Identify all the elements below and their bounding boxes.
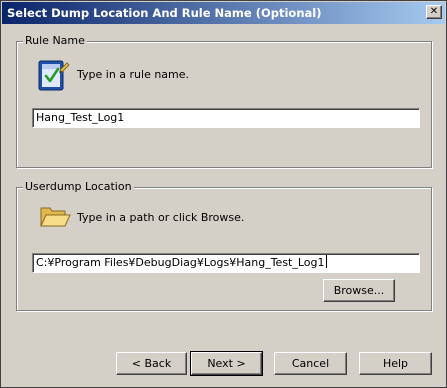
folder-open-icon	[39, 204, 71, 230]
rule-name-group: Rule Name	[16, 34, 432, 168]
rule-name-hint: Type in a rule name.	[77, 68, 190, 81]
help-button[interactable]: Help	[359, 352, 432, 375]
userdump-path-value: C:¥Program Files¥DebugDiag¥Logs¥Hang_Tes…	[36, 256, 325, 269]
rule-name-value: Hang_Test_Log1	[36, 111, 125, 124]
cancel-button-label: Cancel	[291, 357, 330, 370]
userdump-location-legend: Userdump Location	[23, 180, 134, 194]
close-icon: ✕	[429, 6, 439, 17]
back-button[interactable]: < Back	[116, 352, 187, 375]
next-button[interactable]: Next >	[190, 351, 263, 376]
back-button-label: < Back	[131, 357, 172, 370]
rule-name-legend: Rule Name	[23, 34, 87, 48]
dialog-window: Select Dump Location And Rule Name (Opti…	[0, 0, 447, 388]
userdump-path-field[interactable]: C:¥Program Files¥DebugDiag¥Logs¥Hang_Tes…	[32, 253, 420, 273]
help-button-label: Help	[382, 357, 409, 370]
browse-button-label: Browse...	[333, 284, 385, 297]
title-bar[interactable]: Select Dump Location And Rule Name (Opti…	[2, 2, 445, 24]
window-title: Select Dump Location And Rule Name (Opti…	[7, 6, 322, 20]
rule-name-field[interactable]: Hang_Test_Log1	[32, 108, 420, 128]
cancel-button[interactable]: Cancel	[274, 352, 347, 375]
browse-button[interactable]: Browse...	[323, 279, 395, 302]
next-button-label: Next >	[207, 357, 246, 370]
userdump-hint: Type in a path or click Browse.	[77, 211, 245, 224]
close-button[interactable]: ✕	[426, 5, 442, 19]
text-caret	[325, 255, 327, 268]
notepad-check-icon	[36, 56, 70, 92]
